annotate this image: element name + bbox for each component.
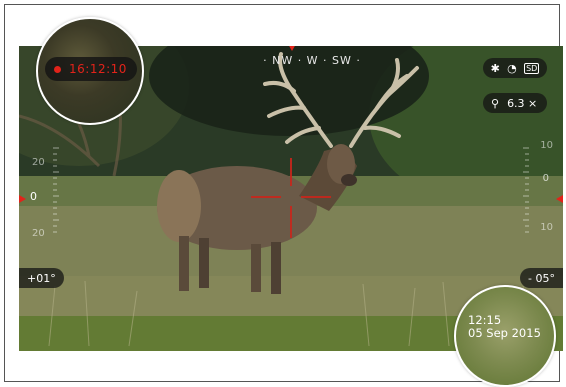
right-scale-upper-label: 10 xyxy=(540,140,553,151)
bluetooth-icon: ✱ xyxy=(490,61,500,75)
stamp-date: 05 Sep 2015 xyxy=(468,326,541,340)
recording-callout: 16:12:10 xyxy=(36,17,144,125)
zoom-value: 6.3 × xyxy=(507,96,538,110)
compass-strip: · NW · W · SW · xyxy=(263,54,361,67)
right-scale-center-label: 0 xyxy=(542,173,549,184)
right-scale-lower-label: 10 xyxy=(540,222,553,233)
record-dot-icon xyxy=(54,65,61,73)
right-red-pointer xyxy=(556,195,563,203)
left-scale-upper-label: 20 xyxy=(32,157,45,168)
zoom-indicator[interactable]: ⚲ 6.3 × xyxy=(483,93,547,113)
magnifier-icon: ⚲ xyxy=(491,96,500,110)
left-elevation-scale xyxy=(53,147,59,233)
datetime-callout: 12:15 05 Sep 2015 xyxy=(454,285,556,387)
left-scale-lower-label: 20 xyxy=(32,228,45,239)
wifi-icon: ◔ xyxy=(507,61,517,75)
recording-indicator: 16:12:10 xyxy=(45,57,137,81)
compass-heading-marker xyxy=(288,46,296,51)
incline-angle-right: - 05° xyxy=(520,268,563,288)
cant-angle-left: +01° xyxy=(19,268,64,288)
left-scale-center-label: 0 xyxy=(30,190,37,203)
status-indicators: ✱ ◔ SD xyxy=(483,58,547,78)
recording-time: 16:12:10 xyxy=(69,62,127,76)
datetime-stamp: 12:15 05 Sep 2015 xyxy=(468,314,541,340)
sd-card-icon: SD xyxy=(524,62,540,74)
left-red-pointer xyxy=(19,195,26,203)
right-elevation-scale xyxy=(523,147,529,233)
